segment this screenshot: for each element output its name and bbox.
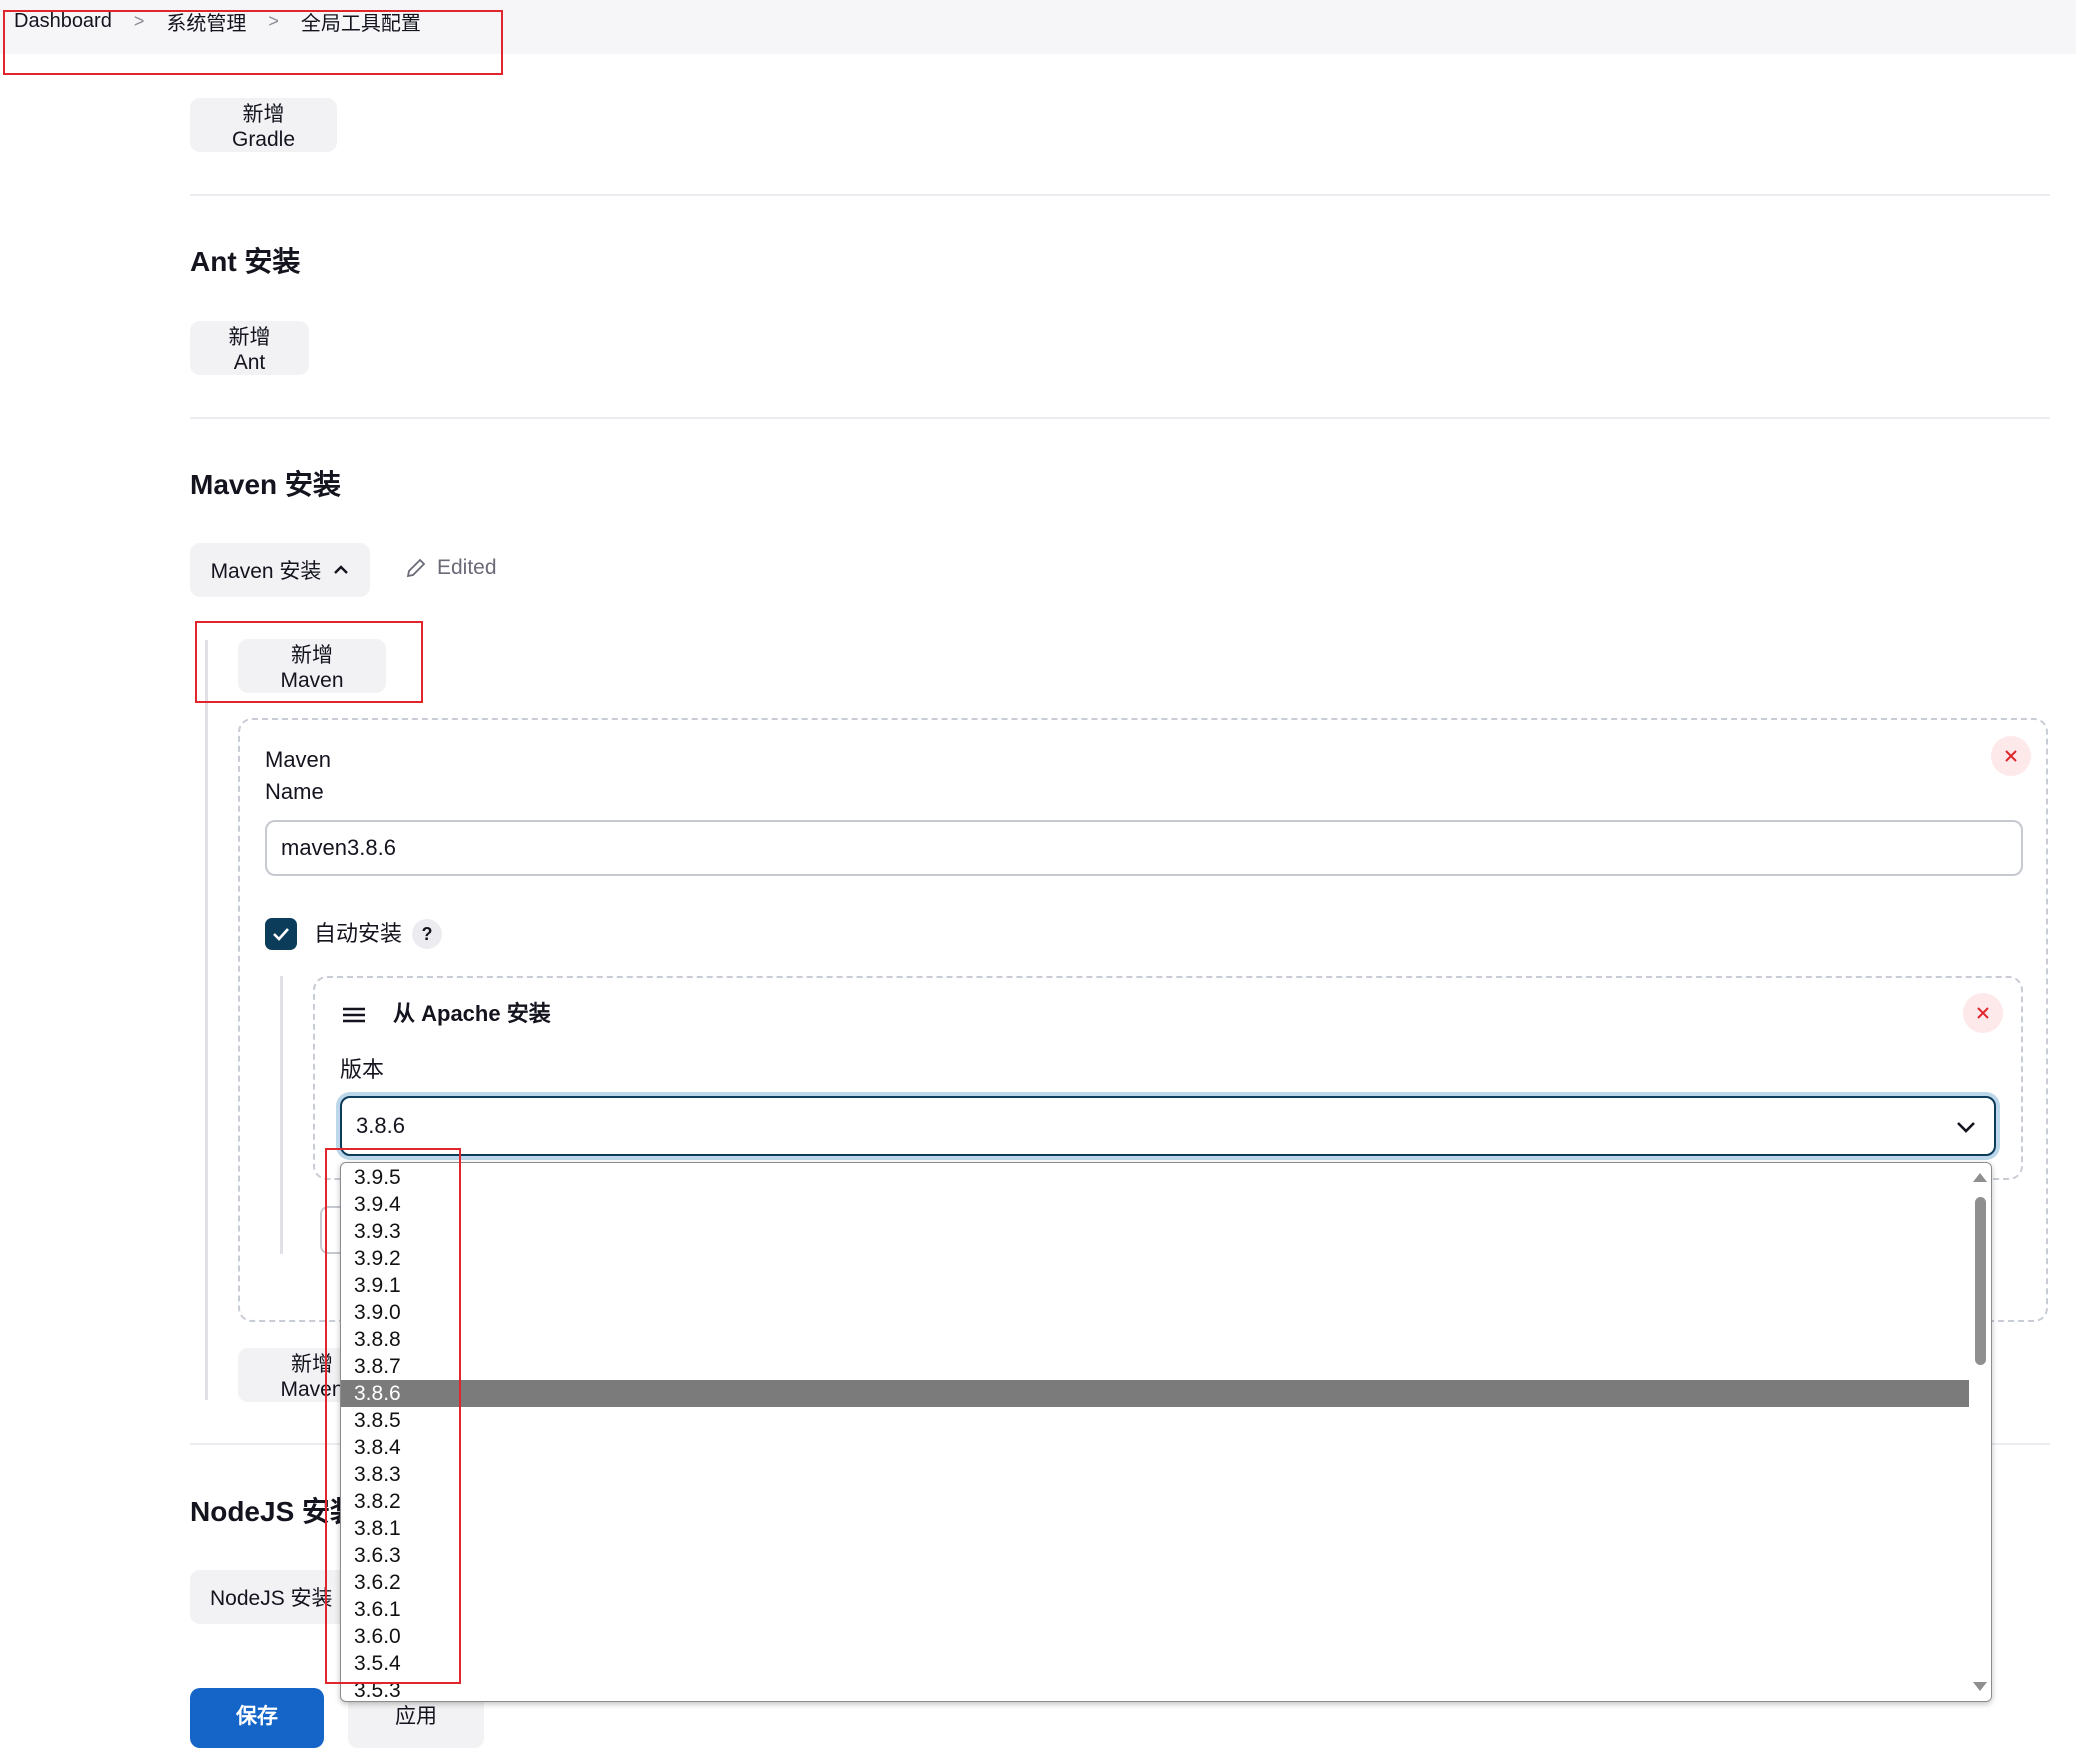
chevron-down-icon xyxy=(1957,1122,1975,1133)
version-option[interactable]: 3.9.3 xyxy=(341,1218,1991,1245)
ant-section-title: Ant 安装 xyxy=(190,246,301,277)
remove-installer-button[interactable] xyxy=(1963,993,2003,1033)
chevron-up-icon xyxy=(334,565,349,574)
drag-handle-icon[interactable] xyxy=(342,1006,366,1024)
version-option[interactable]: 3.5.4 xyxy=(341,1650,1991,1677)
maven-toggle-button[interactable]: Maven 安装 xyxy=(190,543,370,597)
version-options: 3.9.5 3.9.4 3.9.3 3.9.2 3.9.1 3.9.0 3.8.8 3.8.7… xyxy=(341,1163,1991,1701)
version-option[interactable]: 3.9.4 xyxy=(341,1191,1991,1218)
version-option[interactable]: 3.8.7 xyxy=(341,1353,1991,1380)
version-option[interactable]: 3.9.1 xyxy=(341,1272,1991,1299)
annotation-box-breadcrumb xyxy=(3,10,503,75)
version-select[interactable]: 3.8.6 xyxy=(340,1096,1996,1156)
edited-label: Edited xyxy=(437,556,497,579)
maven-name-input[interactable]: maven3.8.6 xyxy=(265,820,2023,876)
version-option[interactable]: 3.8.6 xyxy=(341,1380,1969,1407)
annotation-box-add-maven xyxy=(195,621,423,703)
pencil-icon xyxy=(406,558,426,578)
version-select-value: 3.8.6 xyxy=(356,1113,405,1138)
version-option[interactable]: 3.6.3 xyxy=(341,1542,1991,1569)
version-option[interactable]: 3.8.1 xyxy=(341,1515,1991,1542)
checkmark-icon xyxy=(273,928,289,941)
version-option[interactable]: 3.8.3 xyxy=(341,1461,1991,1488)
version-label: 版本 xyxy=(340,1057,385,1082)
maven-name-label-line2: Name xyxy=(265,779,324,804)
scroll-up-arrow-icon[interactable] xyxy=(1973,1173,1987,1182)
section-divider xyxy=(190,194,2050,196)
close-icon xyxy=(2005,750,2017,762)
version-option[interactable]: 3.8.2 xyxy=(341,1488,1991,1515)
version-option[interactable]: 3.9.5 xyxy=(341,1164,1991,1191)
version-dropdown-list[interactable]: 3.9.5 3.9.4 3.9.3 3.9.2 3.9.1 3.9.0 3.8.8 3.8.7… xyxy=(340,1162,1992,1702)
add-ant-button[interactable]: 新增 Ant xyxy=(190,321,309,375)
version-option[interactable]: 3.8.8 xyxy=(341,1326,1991,1353)
auto-install-label: 自动安装 xyxy=(314,921,403,946)
maven-name-label-line1: Maven xyxy=(265,747,332,772)
remove-maven-installation-button[interactable] xyxy=(1991,736,2031,776)
version-option[interactable]: 3.6.0 xyxy=(341,1623,1991,1650)
scroll-down-arrow-icon[interactable] xyxy=(1973,1682,1987,1691)
edited-indicator: Edited xyxy=(405,556,497,580)
maven-group-line xyxy=(205,640,208,1400)
help-icon[interactable]: ? xyxy=(412,919,442,949)
version-option[interactable]: 3.8.4 xyxy=(341,1434,1991,1461)
version-option[interactable]: 3.6.2 xyxy=(341,1569,1991,1596)
nodejs-toggle-label: NodeJS 安装 xyxy=(210,1587,333,1610)
auto-install-checkbox[interactable] xyxy=(265,918,297,950)
close-icon xyxy=(1977,1007,1989,1019)
section-divider xyxy=(190,417,2050,419)
maven-toggle-label: Maven 安装 xyxy=(210,560,322,583)
scrollbar-thumb[interactable] xyxy=(1975,1197,1986,1365)
version-option[interactable]: 3.8.5 xyxy=(341,1407,1991,1434)
maven-name-value: maven3.8.6 xyxy=(281,835,396,860)
maven-section-title: Maven 安装 xyxy=(190,469,341,500)
version-option[interactable]: 3.9.0 xyxy=(341,1299,1991,1326)
dropdown-scrollbar[interactable] xyxy=(1971,1163,1991,1701)
version-option[interactable]: 3.9.2 xyxy=(341,1245,1991,1272)
installer-group-line xyxy=(280,976,283,1254)
annotation-box-version-list xyxy=(325,1148,461,1684)
save-button[interactable]: 保存 xyxy=(190,1688,324,1748)
version-option[interactable]: 3.5.3 xyxy=(341,1677,1991,1701)
version-option[interactable]: 3.6.1 xyxy=(341,1596,1991,1623)
add-gradle-button[interactable]: 新增 Gradle xyxy=(190,98,337,152)
apache-installer-title: 从 Apache 安装 xyxy=(393,1001,551,1026)
